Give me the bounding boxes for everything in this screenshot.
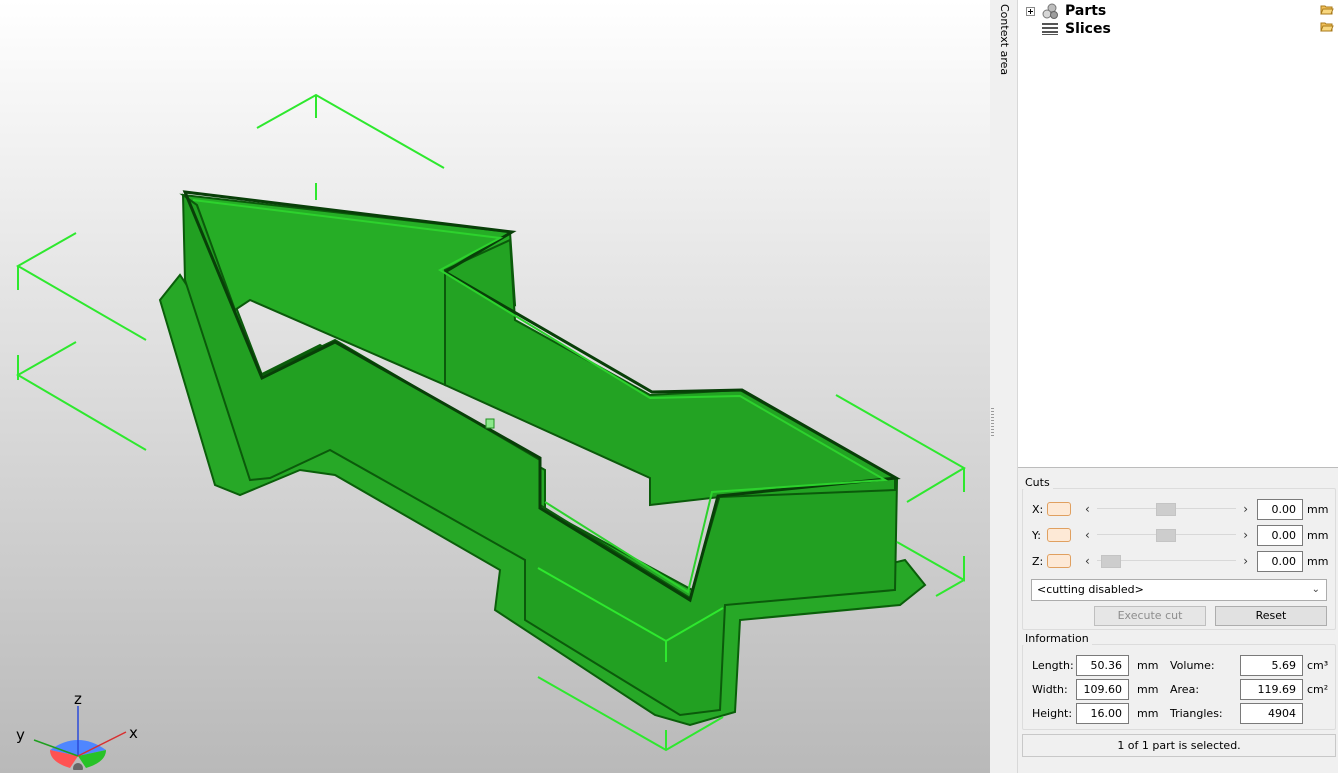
area-label: Area:: [1170, 683, 1200, 696]
cut-mode-select[interactable]: <cutting disabled> ⌄: [1031, 579, 1327, 601]
cut-z-label: Z:: [1032, 555, 1044, 568]
tree-item-parts[interactable]: Parts: [1026, 2, 1106, 20]
height-label: Height:: [1032, 707, 1073, 720]
width-unit: mm: [1137, 683, 1159, 696]
volume-unit: cm³: [1307, 659, 1329, 672]
panel-splitter[interactable]: [990, 0, 1018, 773]
layers-icon: [1042, 23, 1058, 35]
reset-button[interactable]: Reset: [1215, 606, 1327, 626]
cut-z-slider[interactable]: ‹ ›: [1085, 553, 1248, 569]
cut-x-unit: mm: [1307, 503, 1329, 516]
length-unit: mm: [1137, 659, 1159, 672]
cut-z-toggle[interactable]: [1047, 554, 1071, 568]
cut-y-slider[interactable]: ‹ ›: [1085, 527, 1248, 543]
length-label: Length:: [1032, 659, 1074, 672]
axis-y-label: y: [16, 726, 25, 744]
tree-item-slices[interactable]: Slices: [1041, 20, 1111, 38]
axis-gizmo: z x y: [16, 690, 138, 770]
area-value: 119.69: [1240, 679, 1303, 700]
chevron-right-icon[interactable]: ›: [1243, 553, 1248, 569]
tree-item-label: Parts: [1065, 3, 1107, 19]
cut-mode-value: <cutting disabled>: [1037, 583, 1144, 596]
cut-z-input[interactable]: 0.00: [1257, 551, 1303, 572]
slider-thumb[interactable]: [1156, 503, 1176, 516]
cuts-title: Cuts: [1022, 476, 1053, 489]
slider-thumb[interactable]: [1156, 529, 1176, 542]
cut-x-label: X:: [1032, 503, 1044, 516]
selection-status: 1 of 1 part is selected.: [1022, 734, 1336, 757]
pivot-marker: [485, 418, 495, 429]
cut-z-unit: mm: [1307, 555, 1329, 568]
volume-value: 5.69: [1240, 655, 1303, 676]
cut-x-slider[interactable]: ‹ ›: [1085, 501, 1248, 517]
chevron-right-icon[interactable]: ›: [1243, 501, 1248, 517]
context-area-label: Context area: [998, 4, 1011, 76]
chevron-left-icon[interactable]: ‹: [1085, 553, 1090, 569]
spheres-icon: [1042, 3, 1058, 19]
chevron-down-icon: ⌄: [1311, 584, 1320, 595]
height-value: 16.00: [1076, 703, 1129, 724]
width-value: 109.60: [1076, 679, 1129, 700]
chevron-left-icon[interactable]: ‹: [1085, 501, 1090, 517]
volume-label: Volume:: [1170, 659, 1215, 672]
model-scene: [15, 93, 966, 752]
expand-icon[interactable]: [1026, 6, 1035, 16]
axis-x-label: x: [129, 724, 138, 742]
triangles-value: 4904: [1240, 703, 1303, 724]
chevron-left-icon[interactable]: ‹: [1085, 527, 1090, 543]
3d-viewport[interactable]: z x y: [0, 0, 990, 773]
chevron-right-icon[interactable]: ›: [1243, 527, 1248, 543]
cut-x-input[interactable]: 0.00: [1257, 499, 1303, 520]
width-label: Width:: [1032, 683, 1068, 696]
height-unit: mm: [1137, 707, 1159, 720]
slider-thumb[interactable]: [1101, 555, 1121, 568]
cut-y-input[interactable]: 0.00: [1257, 525, 1303, 546]
cut-y-unit: mm: [1307, 529, 1329, 542]
cut-y-toggle[interactable]: [1047, 528, 1071, 542]
splitter-grip[interactable]: [991, 408, 994, 438]
triangles-label: Triangles:: [1170, 707, 1223, 720]
object-tree[interactable]: Parts Slices: [1018, 0, 1338, 468]
open-folder-icon[interactable]: [1320, 4, 1334, 16]
information-title: Information: [1022, 632, 1092, 645]
cut-x-toggle[interactable]: [1047, 502, 1071, 516]
area-unit: cm²: [1307, 683, 1329, 696]
cut-y-label: Y:: [1032, 529, 1041, 542]
open-folder-icon[interactable]: [1320, 21, 1334, 33]
execute-cut-button[interactable]: Execute cut: [1094, 606, 1206, 626]
axis-z-label: z: [74, 690, 82, 708]
length-value: 50.36: [1076, 655, 1129, 676]
tree-item-label: Slices: [1065, 21, 1111, 37]
